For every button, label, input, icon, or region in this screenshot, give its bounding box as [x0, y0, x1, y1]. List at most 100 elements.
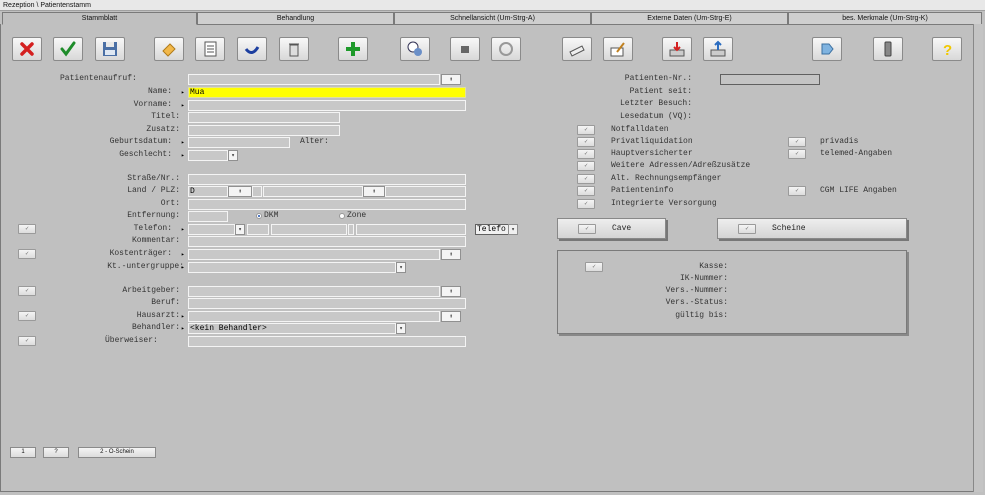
- kommentar-input[interactable]: [188, 236, 466, 247]
- label-ueberweiser: Überweiser:: [105, 336, 158, 345]
- export-button[interactable]: [703, 37, 733, 61]
- arrow-icon: ▸: [181, 152, 185, 159]
- scheine-button[interactable]: ✓ Scheine: [717, 218, 907, 239]
- patienteninfo-button[interactable]: ✓: [577, 186, 595, 196]
- privatliquidation-button[interactable]: ✓: [577, 137, 595, 147]
- notes-icon: [204, 41, 217, 57]
- label-lesedatum: Lesedatum (VQ):: [619, 112, 692, 121]
- titel-input[interactable]: [188, 112, 340, 123]
- cave-button[interactable]: ✓ Cave: [557, 218, 666, 239]
- arrow-icon: ▸: [181, 325, 185, 332]
- telefon-sep: [348, 224, 354, 235]
- save-icon: [103, 42, 117, 56]
- entfernung-input[interactable]: [188, 211, 228, 222]
- telefon-side-button[interactable]: ✓: [18, 224, 36, 234]
- hausarzt-input[interactable]: [188, 311, 440, 322]
- telemed-label: telemed-Angaben: [820, 149, 893, 158]
- patientenaufruf-input[interactable]: [188, 74, 440, 85]
- label-letzter-besuch: Letzter Besuch:: [619, 99, 692, 108]
- telefon-extra[interactable]: [356, 224, 466, 235]
- hausarzt-side-button[interactable]: ✓: [18, 311, 36, 321]
- vertical-scrollbar[interactable]: [973, 24, 983, 492]
- help-button[interactable]: ?: [932, 37, 962, 61]
- undo-button[interactable]: [237, 37, 267, 61]
- trash-icon: [289, 43, 299, 57]
- telefon-type-select[interactable]: [188, 224, 235, 235]
- hauptversicherter-label: Hauptversicherter: [611, 149, 693, 158]
- zone-radio[interactable]: [339, 213, 345, 219]
- edit-button[interactable]: [603, 37, 633, 61]
- kostentraeger-side-button[interactable]: ✓: [18, 249, 36, 259]
- kt-untergruppe-select[interactable]: [188, 262, 396, 273]
- ort-input[interactable]: [188, 199, 466, 210]
- edit-icon: [610, 42, 625, 57]
- dkm-radio[interactable]: [256, 213, 262, 219]
- arrow-icon: ▸: [181, 102, 185, 109]
- name-input[interactable]: Mua: [188, 87, 466, 98]
- trash-button[interactable]: [279, 37, 309, 61]
- notfalldaten-button[interactable]: ✓: [577, 125, 595, 135]
- kostentraeger-dropdown[interactable]: ⬆: [441, 249, 461, 260]
- card-reader-button[interactable]: [562, 37, 592, 61]
- strasse-input[interactable]: [188, 174, 466, 185]
- hauptversicherter-button[interactable]: ✓: [577, 149, 595, 159]
- patient-search-button[interactable]: [400, 37, 430, 61]
- ueberweiser-input[interactable]: [188, 336, 466, 347]
- bottom-button-1[interactable]: 1: [10, 447, 36, 458]
- bottom-button-help[interactable]: ?: [43, 447, 69, 458]
- help-icon: ?: [943, 42, 952, 58]
- arbeitgeber-dropdown[interactable]: ⬆: [441, 286, 461, 297]
- ueberweiser-side-button[interactable]: ✓: [18, 336, 36, 346]
- arbeitgeber-side-button[interactable]: ✓: [18, 286, 36, 296]
- notes-button[interactable]: [195, 37, 225, 61]
- land-input[interactable]: D: [188, 186, 228, 197]
- insurance-button[interactable]: ✓: [585, 262, 603, 272]
- kostentraeger-input[interactable]: [188, 249, 440, 260]
- label-geschlecht: Geschlecht:: [119, 150, 172, 159]
- cgm-life-button[interactable]: ✓: [788, 186, 806, 196]
- plz-input[interactable]: [263, 186, 363, 197]
- confirm-button[interactable]: [53, 37, 83, 61]
- behandler-dropdown[interactable]: ▾: [396, 323, 406, 334]
- hausarzt-dropdown[interactable]: ⬆: [441, 311, 461, 322]
- import-button[interactable]: [662, 37, 692, 61]
- zusatz-input[interactable]: [188, 125, 340, 136]
- telefon-kind-select[interactable]: Telefo: [475, 224, 509, 235]
- telefon-kind-dropdown[interactable]: ▾: [508, 224, 518, 235]
- arbeitgeber-input[interactable]: [188, 286, 440, 297]
- land-dropdown[interactable]: ⬆: [228, 186, 252, 197]
- telefon-type-dropdown[interactable]: ▾: [235, 224, 245, 235]
- integrierte-versorgung-button[interactable]: ✓: [577, 199, 595, 209]
- save-button[interactable]: [95, 37, 125, 61]
- geschlecht-dropdown[interactable]: ▾: [228, 150, 238, 161]
- geburtsdatum-input[interactable]: [188, 137, 290, 148]
- arrow-icon: ▸: [181, 264, 185, 271]
- plz-dropdown[interactable]: ⬆: [363, 186, 385, 197]
- add-button[interactable]: [338, 37, 368, 61]
- beruf-input[interactable]: [188, 298, 466, 309]
- alt-rechnungsempfaenger-button[interactable]: ✓: [577, 174, 595, 184]
- add-icon: [346, 42, 360, 56]
- scheine-check-icon: ✓: [738, 224, 756, 234]
- label-land-plz: Land / PLZ:: [127, 186, 180, 195]
- notfalldaten-label: Notfalldaten: [611, 125, 669, 134]
- phone-button[interactable]: [873, 37, 903, 61]
- e-button[interactable]: [491, 37, 521, 61]
- geschlecht-select[interactable]: [188, 150, 228, 161]
- bottom-button-o-schein[interactable]: 2 - O-Schein: [78, 447, 156, 458]
- telefon-nummer[interactable]: [271, 224, 347, 235]
- kt-untergruppe-dropdown[interactable]: ▾: [396, 262, 406, 273]
- weitere-adressen-button[interactable]: ✓: [577, 161, 595, 171]
- tag-button[interactable]: [812, 37, 842, 61]
- privadis-button[interactable]: ✓: [788, 137, 806, 147]
- patient-search-icon: [407, 41, 422, 56]
- vorname-input[interactable]: [188, 100, 466, 111]
- telefon-vorwahl[interactable]: [247, 224, 269, 235]
- patientenaufruf-dropdown[interactable]: ⬆: [441, 74, 461, 85]
- puzzle-button[interactable]: [450, 37, 480, 61]
- telemed-button[interactable]: ✓: [788, 149, 806, 159]
- alt-rechnungsempfaenger-label: Alt. Rechnungsempfänger: [611, 174, 722, 183]
- delete-button[interactable]: [12, 37, 42, 61]
- eraser-button[interactable]: [154, 37, 184, 61]
- behandler-select[interactable]: <kein Behandler>: [188, 323, 396, 334]
